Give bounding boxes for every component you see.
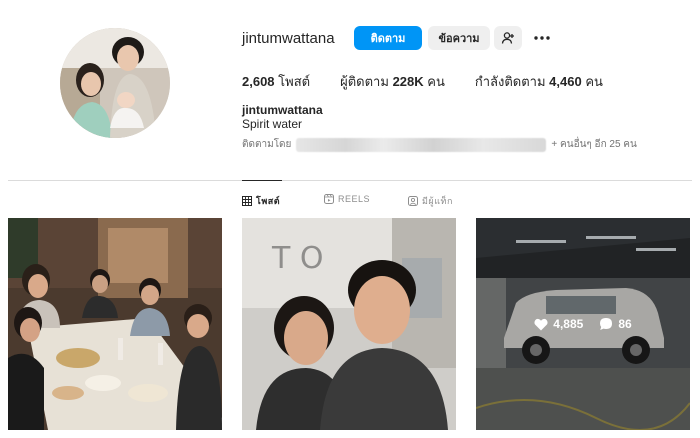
reels-icon — [324, 194, 334, 204]
suggested-accounts-button[interactable] — [494, 26, 522, 50]
add-person-icon — [501, 32, 514, 44]
tagged-icon — [408, 196, 418, 206]
tab-reels-label: REELS — [338, 194, 371, 204]
post-thumbnail-car[interactable]: 4,885 86 — [476, 218, 690, 430]
active-tab-indicator — [242, 180, 282, 181]
followed-by-prefix: ติดตามโดย — [242, 139, 292, 150]
followed-by[interactable]: ติดตามโดย + คนอื่นๆ อีก 25 คน — [242, 137, 637, 152]
post-thumbnail-dinner[interactable] — [8, 218, 222, 430]
comment-icon — [600, 318, 613, 330]
post-thumbnail-selfie[interactable]: T O — [242, 218, 456, 430]
blurred-follower-names — [296, 137, 547, 152]
tab-tagged-label: มีผู้แท็ก — [422, 196, 453, 206]
background-sign: T O — [271, 241, 323, 276]
tab-reels[interactable]: REELS — [324, 194, 370, 204]
more-options-button[interactable] — [530, 26, 554, 50]
profile-divider — [8, 180, 692, 181]
more-dots-icon — [534, 36, 550, 40]
tab-posts-label: โพสต์ — [256, 196, 281, 206]
tab-posts[interactable]: โพสต์ — [242, 194, 280, 208]
profile-stats: 2,608 โพสต์ ผู้ติดตาม 228K คน กำลังติดตา… — [242, 71, 633, 92]
comments-count: 86 — [599, 317, 632, 331]
followers-count[interactable]: ผู้ติดตาม 228K คน — [340, 71, 445, 92]
selfie-photo: T O — [242, 218, 456, 430]
follow-button[interactable]: ติดตาม — [354, 26, 422, 50]
profile-username: jintumwattana — [242, 30, 335, 47]
tab-tagged[interactable]: มีผู้แท็ก — [408, 194, 453, 208]
profile-avatar[interactable] — [60, 28, 170, 138]
dinner-photo — [8, 218, 222, 430]
profile-tabs: โพสต์ REELS มีผู้แท็ก — [0, 194, 700, 208]
avatar-photo — [60, 28, 170, 138]
posts-count: 2,608 โพสต์ — [242, 74, 311, 89]
following-count[interactable]: กำลังติดตาม 4,460 คน — [475, 71, 603, 92]
grid-icon — [242, 196, 252, 206]
message-button[interactable]: ข้อความ — [428, 26, 490, 50]
heart-icon — [534, 318, 548, 330]
followed-by-suffix: + คนอื่นๆ อีก 25 คน — [551, 139, 637, 150]
post-hover-overlay: 4,885 86 — [476, 218, 690, 430]
likes-count: 4,885 — [534, 317, 583, 331]
profile-fullname: jintumwattana — [242, 103, 323, 117]
profile-bio: Spirit water — [242, 117, 303, 131]
